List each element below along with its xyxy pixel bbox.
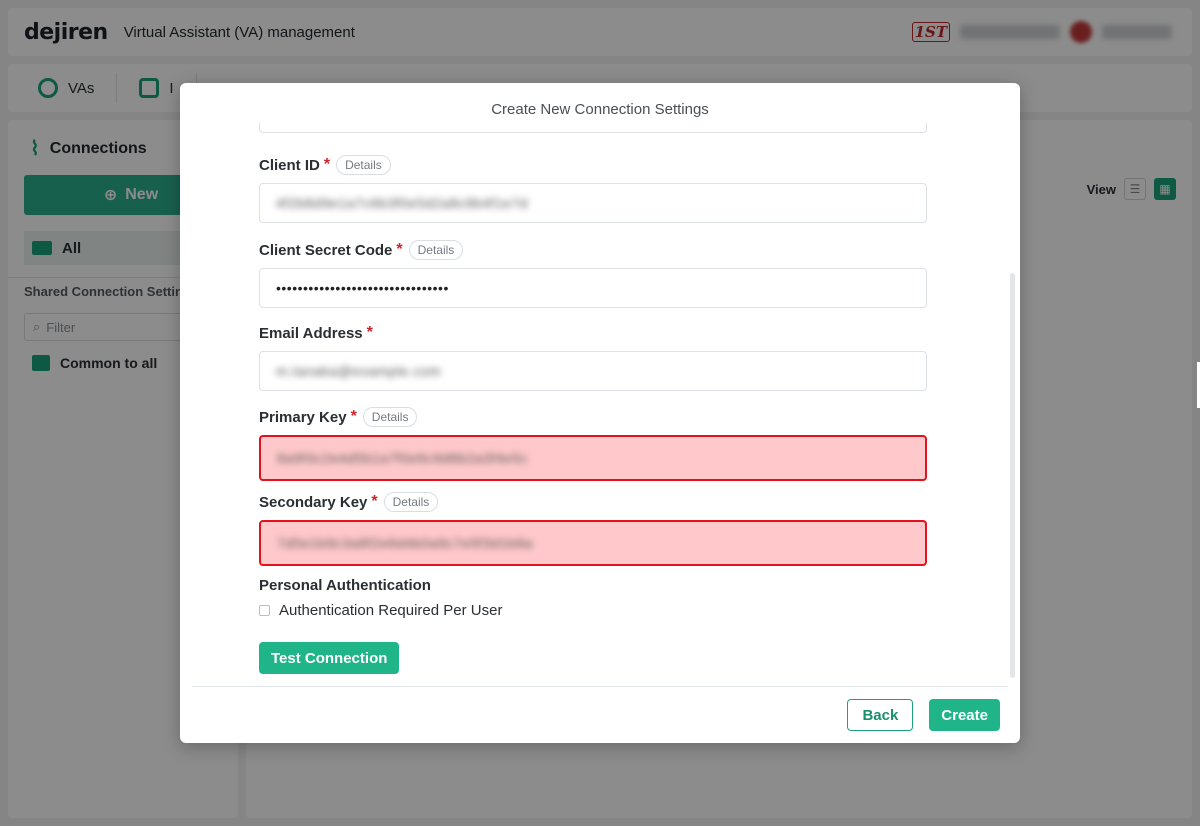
create-connection-dialog: Create New Connection Settings Client ID…	[180, 83, 1020, 743]
client-id-value: 4f2b8d9e1a7c6b3f0e5d2a8c9b4f1e7d	[276, 195, 528, 211]
primary-key-label-row: Primary Key * Details	[259, 405, 927, 429]
client-secret-label-row: Client Secret Code * Details	[259, 238, 927, 262]
secondary-key-label: Secondary Key	[259, 493, 368, 511]
primary-key-value: 8a9f3c2e4d5b1a7f0e6c9d8b2a3f4e5c	[277, 450, 529, 466]
client-secret-details-button[interactable]: Details	[408, 240, 464, 260]
personal-auth-section: Personal Authentication Authentication R…	[259, 577, 927, 619]
test-connection-button[interactable]: Test Connection	[259, 642, 400, 674]
secondary-key-label-row: Secondary Key * Details	[259, 490, 927, 514]
dialog-title: Create New Connection Settings	[491, 101, 709, 118]
email-label-row: Email Address *	[259, 321, 927, 345]
previous-field-input[interactable]	[259, 123, 927, 133]
dialog-footer: Back Create	[847, 699, 1000, 731]
primary-key-field: Primary Key * Details 8a9f3c2e4d5b1a7f0e…	[259, 405, 927, 481]
create-button[interactable]: Create	[929, 699, 1000, 731]
required-mark: *	[396, 241, 403, 258]
required-mark: *	[323, 156, 331, 173]
secondary-key-input[interactable]: 7d5e1b9c3a8f2e6d4b0a9c7e5f3d1b8a	[259, 520, 927, 566]
required-mark: *	[350, 408, 357, 425]
client-secret-field: Client Secret Code * Details •••••••••••…	[259, 238, 927, 308]
auth-per-user-checkbox[interactable]	[259, 605, 270, 616]
personal-auth-label: Personal Authentication	[259, 577, 431, 594]
footer-divider	[192, 686, 1008, 687]
client-id-label-row: Client ID * Details	[259, 153, 927, 177]
back-button[interactable]: Back	[847, 699, 914, 731]
dialog-body: Client ID * Details 4f2b8d9e1a7c6b3f0e5d…	[259, 123, 927, 683]
client-id-details-button[interactable]: Details	[336, 155, 391, 175]
client-id-field: Client ID * Details 4f2b8d9e1a7c6b3f0e5d…	[259, 153, 927, 223]
primary-key-details-button[interactable]: Details	[362, 407, 418, 427]
primary-key-input[interactable]: 8a9f3c2e4d5b1a7f0e6c9d8b2a3f4e5c	[259, 435, 927, 481]
secondary-key-value: 7d5e1b9c3a8f2e6d4b0a9c7e5f3d1b8a	[277, 535, 533, 551]
email-field: Email Address * m.tanaka@example.com	[259, 321, 927, 391]
email-label: Email Address	[259, 324, 363, 342]
test-connection-wrap: Test Connection	[259, 642, 400, 674]
client-secret-label: Client Secret Code	[259, 241, 393, 259]
client-id-label: Client ID	[259, 156, 320, 174]
email-input[interactable]: m.tanaka@example.com	[259, 351, 927, 391]
secondary-key-field: Secondary Key * Details 7d5e1b9c3a8f2e6d…	[259, 490, 927, 566]
secondary-key-details-button[interactable]: Details	[383, 492, 439, 512]
primary-key-label: Primary Key	[259, 408, 347, 426]
required-mark: *	[371, 493, 378, 510]
email-value: m.tanaka@example.com	[276, 363, 442, 379]
required-mark: *	[366, 324, 373, 341]
auth-per-user-option[interactable]: Authentication Required Per User	[259, 602, 927, 619]
auth-per-user-label: Authentication Required Per User	[279, 602, 503, 619]
dialog-scrollbar[interactable]	[1010, 273, 1015, 678]
client-secret-input[interactable]: ••••••••••••••••••••••••••••••••	[259, 268, 927, 308]
client-id-input[interactable]: 4f2b8d9e1a7c6b3f0e5d2a8c9b4f1e7d	[259, 183, 927, 223]
client-secret-value: ••••••••••••••••••••••••••••••••	[276, 280, 449, 296]
